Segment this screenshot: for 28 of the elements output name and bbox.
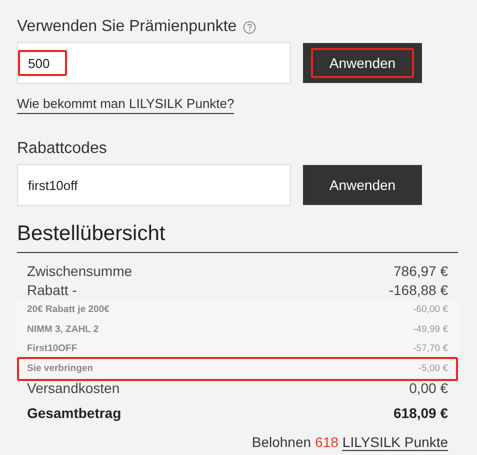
summary-label: Rabatt - [27, 282, 77, 298]
summary-label: Zwischensumme [27, 262, 132, 279]
summary-title: Bestellübersicht [17, 222, 458, 253]
summary-value: -60,00 € [413, 304, 448, 316]
summary-value: -5,00 € [418, 362, 448, 374]
summary-label: Gesamtbetrag [27, 404, 122, 420]
summary-value: -168,88 € [388, 282, 448, 298]
summary-value: -49,99 € [413, 324, 448, 335]
summary-label: Versandkosten [27, 380, 120, 396]
summary-label: NIMM 3, ZAHL 2 [27, 324, 99, 335]
section-title: Rabattcodes [17, 140, 107, 158]
summary-value: 786,97 € [394, 262, 448, 279]
summary-value: 0,00 € [409, 380, 448, 396]
section-title: Verwenden Sie Prämienpunkte [17, 18, 237, 36]
summary-value: 618,09 € [394, 404, 448, 420]
coupon-field[interactable]: first10off [17, 164, 291, 206]
summary-label: Sie verbringen [27, 362, 93, 374]
apply-button[interactable]: Anwenden [303, 165, 422, 205]
reward-text: Belohnen [252, 434, 312, 450]
summary-value: -57,70 € [413, 343, 448, 354]
summary-label: 20€ Rabatt je 200€ [27, 304, 110, 316]
points-link[interactable]: LILYSILK Punkte [342, 434, 448, 450]
reward-points: 618 [315, 434, 338, 450]
points-field[interactable]: 500 [17, 42, 291, 84]
points-help-link[interactable]: Wie bekommt man LILYSILK Punkte? [17, 96, 234, 114]
help-icon[interactable] [242, 20, 256, 34]
apply-button[interactable]: Anwenden [303, 43, 422, 83]
summary-label: First10OFF [27, 343, 78, 354]
